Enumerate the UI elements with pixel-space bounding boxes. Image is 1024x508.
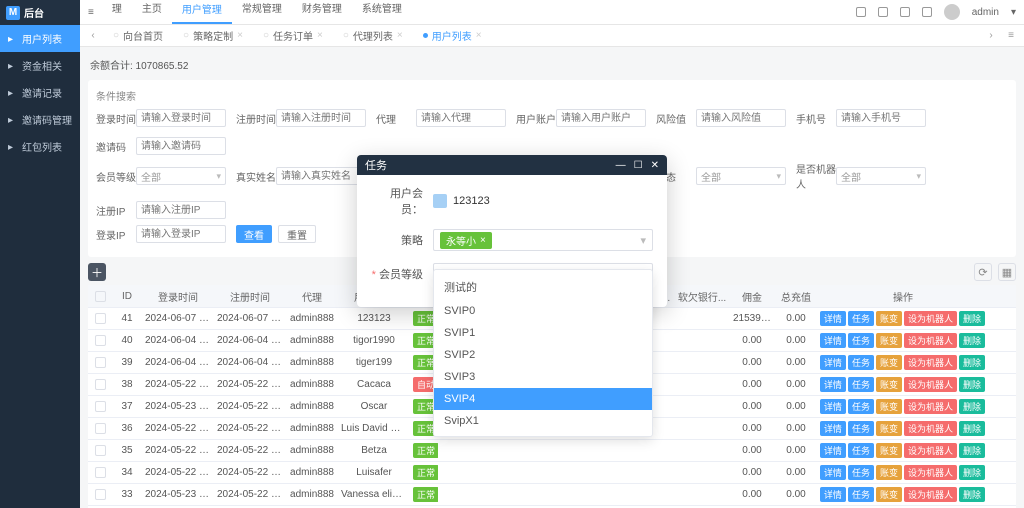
level-option-SVIP4[interactable]: SVIP4	[434, 388, 652, 410]
modal-close-icon[interactable]: ✕	[651, 160, 659, 171]
level-dropdown: 测试的SVIP0SVIP1SVIP2SVIP3SVIP4SvipX1	[433, 269, 653, 437]
modal-title: 任务	[365, 157, 387, 173]
level-option-SVIP0[interactable]: SVIP0	[434, 300, 652, 322]
level-option-SVIP3[interactable]: SVIP3	[434, 366, 652, 388]
strategy-tag[interactable]: 永等小	[440, 232, 492, 249]
modal-user-value: 123123	[453, 195, 490, 207]
modal-user-label: 用户会员：	[371, 185, 423, 217]
modal-overlay: 任务 — ☐ ✕ 用户会员： 123123 策略 永等小 会员等级	[0, 0, 1024, 508]
task-modal: 任务 — ☐ ✕ 用户会员： 123123 策略 永等小 会员等级	[357, 155, 667, 307]
level-option-SVIP2[interactable]: SVIP2	[434, 344, 652, 366]
level-option-测试的[interactable]: 测试的	[434, 274, 652, 300]
level-option-SVIP1[interactable]: SVIP1	[434, 322, 652, 344]
level-option-SvipX1[interactable]: SvipX1	[434, 410, 652, 432]
modal-strategy-label: 策略	[371, 232, 423, 248]
modal-level-label: 会员等级	[371, 266, 423, 282]
modal-max-icon[interactable]: ☐	[634, 160, 643, 171]
modal-strategy-select[interactable]: 永等小	[433, 229, 653, 251]
folder-icon	[433, 194, 447, 208]
modal-min-icon[interactable]: —	[616, 160, 626, 171]
